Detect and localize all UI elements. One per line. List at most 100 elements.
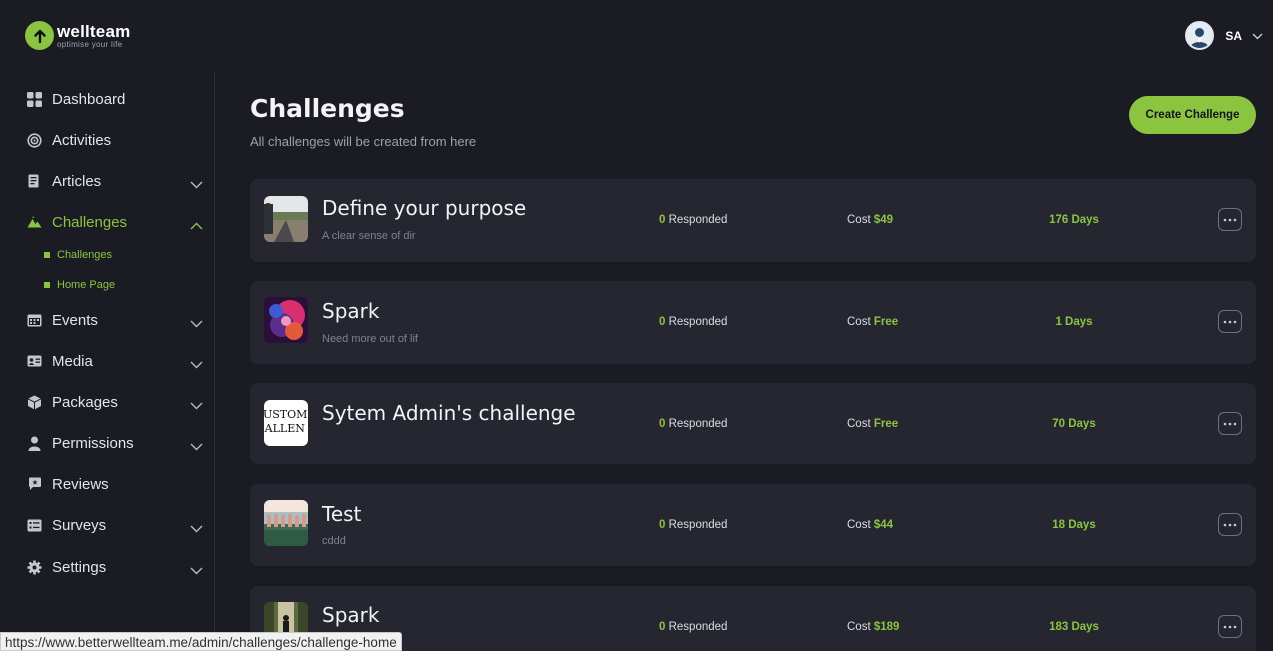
package-icon <box>26 394 43 411</box>
challenge-thumbnail: CUSTOM HALLEN <box>264 400 308 446</box>
challenge-card[interactable]: Test cddd 0 Responded Cost $44 18 Days <box>250 484 1256 566</box>
sidebar-item-permissions[interactable]: Permissions <box>0 428 215 458</box>
responded-count: 0 Responded <box>659 316 728 328</box>
challenge-thumbnail <box>264 297 308 343</box>
chevron-down-icon[interactable] <box>190 174 203 193</box>
challenge-duration: 176 Days <box>1049 214 1099 226</box>
avatar[interactable] <box>1185 21 1215 50</box>
sidebar-item-packages[interactable]: Packages <box>0 387 215 417</box>
sidebar-item-label: Settings <box>52 558 107 576</box>
challenge-duration: 183 Days <box>1049 621 1099 633</box>
chevron-down-icon[interactable] <box>190 518 203 537</box>
arrow-up-logo-icon <box>25 21 54 50</box>
calendar-icon <box>26 312 43 329</box>
sidebar-item-label: Permissions <box>52 434 134 452</box>
ellipsis-icon <box>1223 625 1237 628</box>
challenge-card[interactable]: Spark Need more out of lif 0 Responded C… <box>250 281 1256 364</box>
challenge-cost: Cost Free <box>847 316 899 328</box>
sidebar-item-label: Packages <box>52 393 118 411</box>
bullet-icon <box>44 282 50 288</box>
ellipsis-icon <box>1223 523 1237 526</box>
sidebar-item-label: Events <box>52 311 98 329</box>
sidebar-item-label: Dashboard <box>52 90 126 108</box>
brand-tagline: optimise your life <box>57 39 123 49</box>
ellipsis-icon <box>1223 218 1237 221</box>
sidebar-item-label: Activities <box>52 131 112 149</box>
ellipsis-icon <box>1223 422 1237 425</box>
challenge-title: Test <box>322 502 362 526</box>
link-status-bar: https://www.betterwellteam.me/admin/chal… <box>0 632 402 651</box>
sidebar-item-reviews[interactable]: Reviews <box>0 469 215 499</box>
sidebar-item-label: Challenges <box>52 213 128 231</box>
challenge-title: Define your purpose <box>322 196 527 220</box>
challenge-card[interactable]: Define your purpose A clear sense of dir… <box>250 179 1256 262</box>
sidebar-item-articles[interactable]: Articles <box>0 166 215 196</box>
sidebar-subitem-label: Challenges <box>57 249 113 261</box>
challenge-cost: Cost $49 <box>847 214 894 226</box>
chevron-down-icon[interactable] <box>190 560 203 579</box>
brand-logo[interactable]: wellteam optimise your life <box>25 21 130 50</box>
more-options-button[interactable] <box>1218 208 1242 231</box>
chevron-down-icon[interactable] <box>190 313 203 332</box>
chevron-down-icon[interactable] <box>1252 25 1263 44</box>
target-icon <box>26 132 43 149</box>
dashboard-grid-icon <box>26 91 43 108</box>
challenge-description: A clear sense of dir <box>322 230 416 242</box>
mountain-icon <box>26 214 43 231</box>
chevron-down-icon[interactable] <box>190 436 203 455</box>
chevron-down-icon[interactable] <box>190 354 203 373</box>
responded-count: 0 Responded <box>659 519 728 531</box>
sidebar-item-surveys[interactable]: Surveys <box>0 510 215 540</box>
more-options-button[interactable] <box>1218 615 1242 638</box>
more-options-button[interactable] <box>1218 412 1242 435</box>
sidebar-item-settings[interactable]: Settings <box>0 552 215 582</box>
survey-icon <box>26 517 43 534</box>
sidebar: Dashboard Activities Articles Challenges… <box>0 72 215 651</box>
ellipsis-icon <box>1223 320 1237 323</box>
challenge-duration: 1 Days <box>1055 316 1093 328</box>
challenge-description: Need more out of lif <box>322 333 418 345</box>
challenge-title: Spark <box>322 299 380 323</box>
chevron-down-icon[interactable] <box>190 395 203 414</box>
challenge-title: Sytem Admin's challenge <box>322 401 576 425</box>
sidebar-item-label: Reviews <box>52 475 109 493</box>
challenge-title: Spark <box>322 603 380 627</box>
review-bubble-icon <box>26 476 43 493</box>
sidebar-subitem-label: Home Page <box>57 279 116 291</box>
sidebar-item-challenges[interactable]: Challenges <box>0 207 215 237</box>
responded-count: 0 Responded <box>659 621 728 633</box>
challenge-cost: Cost $189 <box>847 621 900 633</box>
challenge-cost: Cost Free <box>847 418 899 430</box>
challenge-cost: Cost $44 <box>847 519 894 531</box>
chevron-up-icon[interactable] <box>190 215 203 234</box>
page-subtitle: All challenges will be created from here <box>250 134 477 149</box>
sidebar-item-label: Articles <box>52 172 102 190</box>
sidebar-subitem-home-page[interactable]: Home Page <box>44 275 115 295</box>
challenge-duration: 70 Days <box>1052 418 1096 430</box>
sidebar-subitem-challenges[interactable]: Challenges <box>44 245 112 265</box>
challenge-card[interactable]: CUSTOM HALLEN Sytem Admin's challenge 0 … <box>250 383 1256 464</box>
more-options-button[interactable] <box>1218 310 1242 333</box>
brand-name: wellteam <box>57 21 131 41</box>
challenge-duration: 18 Days <box>1052 519 1096 531</box>
sidebar-item-dashboard[interactable]: Dashboard <box>0 84 215 114</box>
create-challenge-button[interactable]: Create Challenge <box>1129 96 1256 134</box>
challenge-description: cddd <box>322 535 346 547</box>
article-icon <box>26 173 43 190</box>
user-menu[interactable]: SA <box>1185 21 1263 50</box>
media-card-icon <box>26 353 43 370</box>
challenge-thumbnail <box>264 196 308 242</box>
sidebar-item-label: Media <box>52 352 93 370</box>
gear-icon <box>26 559 43 576</box>
challenge-thumbnail <box>264 500 308 546</box>
sidebar-item-media[interactable]: Media <box>0 346 215 376</box>
user-initials: SA <box>1225 28 1242 43</box>
more-options-button[interactable] <box>1218 513 1242 536</box>
sidebar-item-label: Surveys <box>52 516 107 534</box>
responded-count: 0 Responded <box>659 214 728 226</box>
sidebar-item-activities[interactable]: Activities <box>0 125 215 155</box>
user-icon <box>26 435 43 452</box>
responded-count: 0 Responded <box>659 418 728 430</box>
sidebar-item-events[interactable]: Events <box>0 305 215 335</box>
bullet-icon <box>44 252 50 258</box>
